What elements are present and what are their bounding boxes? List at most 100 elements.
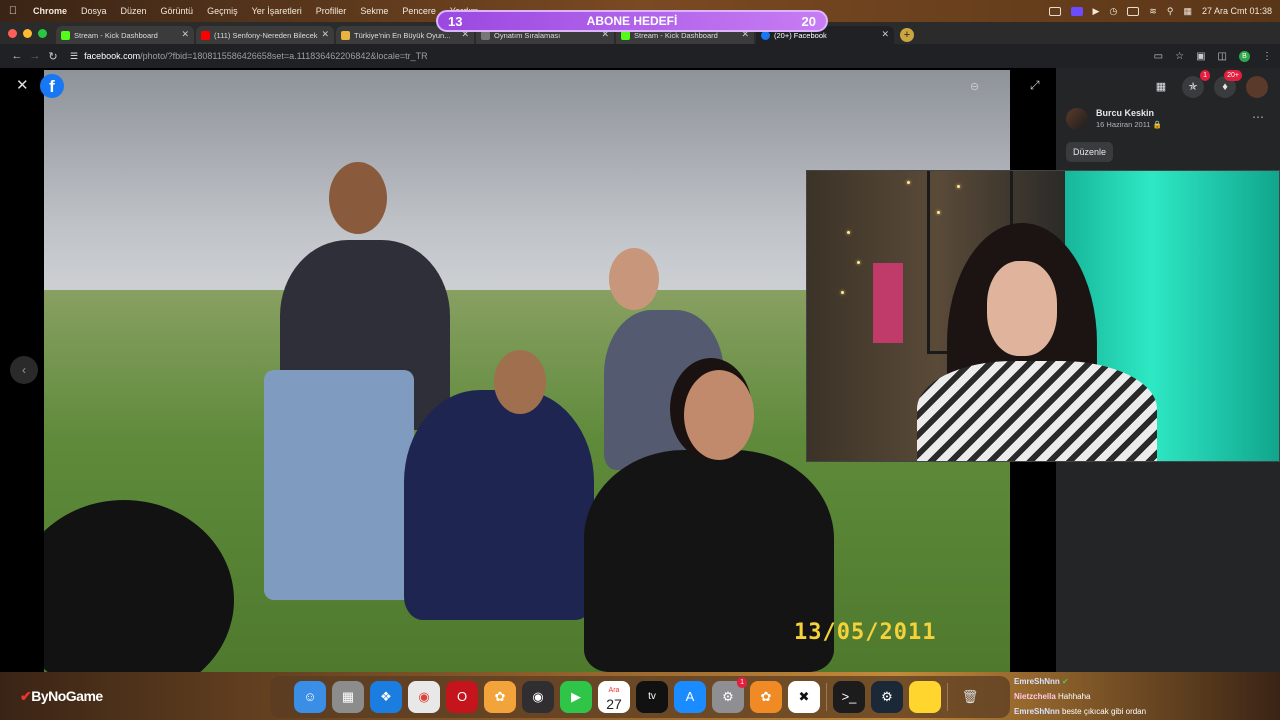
menu-item-dosya[interactable]: Dosya: [74, 6, 114, 16]
screen-record-icon[interactable]: [1070, 6, 1083, 16]
fl-studio-icon[interactable]: ✿: [750, 681, 782, 713]
chrome-icon[interactable]: ◉: [408, 681, 440, 713]
facetime-icon[interactable]: ▶: [560, 681, 592, 713]
appletv-icon[interactable]: tv: [636, 681, 668, 713]
safari-icon[interactable]: ❖: [370, 681, 402, 713]
capcut-icon[interactable]: ✖: [788, 681, 820, 713]
sidebar-icon[interactable]: ◫: [1218, 51, 1227, 62]
facebook-icon: [761, 31, 770, 40]
chat-message: EmreShNnn beste çıkıcak gibi ordan: [1014, 704, 1146, 719]
person-figure: [264, 370, 414, 600]
finder-icon[interactable]: ☺: [294, 681, 326, 713]
close-tab-icon[interactable]: ✕: [881, 29, 889, 40]
fairy-light: [857, 261, 860, 264]
maximize-window-icon[interactable]: [38, 29, 47, 38]
dock: ☺ ▦ ❖ ◉ O ✿ ◉ ▶ Ara 27 tv A ⚙ 1 ✿ ✖ >_ ⚙ 🗑: [270, 676, 1010, 718]
bookmark-star-icon[interactable]: ☆: [1175, 51, 1184, 62]
facebook-top-actions: ▦ ✯ 1 ♦ 20+: [1150, 70, 1268, 98]
search-icon[interactable]: ⚲: [1167, 6, 1174, 17]
menu-item-gecmis[interactable]: Geçmiş: [200, 6, 245, 16]
author-avatar[interactable]: [1066, 108, 1088, 130]
launchpad-icon[interactable]: ▦: [332, 681, 364, 713]
cast-icon[interactable]: ▭: [1154, 51, 1163, 62]
youtube-icon: [201, 31, 210, 40]
clock-text[interactable]: 27 Ara Cmt 01:38: [1202, 6, 1272, 16]
apple-icon[interactable]: : [0, 5, 26, 17]
close-tab-icon[interactable]: ✕: [321, 29, 329, 40]
webcam-person-face: [987, 261, 1057, 356]
chat-username: EmreShNnn: [1014, 677, 1060, 686]
edit-button[interactable]: Düzenle: [1066, 142, 1114, 162]
url-field[interactable]: ☰ facebook.com/photo/?fbid=1808115586426…: [70, 51, 1154, 62]
terminal-icon[interactable]: >_: [833, 681, 865, 713]
person-head: [684, 370, 754, 460]
status-icon[interactable]: [1048, 6, 1061, 16]
appletv-label: tv: [648, 691, 656, 702]
profile-avatar[interactable]: B: [1239, 50, 1250, 62]
tab-title: Stream - Kick Dashboard: [74, 30, 158, 40]
tab-title: Türkiye'nin En Büyük Oyun...: [354, 30, 451, 40]
author-name[interactable]: Burcu Keskin: [1096, 108, 1162, 118]
fairy-light: [907, 181, 910, 184]
appstore-icon[interactable]: A: [674, 681, 706, 713]
post-date[interactable]: 16 Haziran 2011: [1096, 120, 1150, 129]
menu-item-yer-isaretleri[interactable]: Yer İşaretleri: [245, 6, 309, 16]
calendar-icon[interactable]: Ara 27: [598, 681, 630, 713]
facebook-logo-icon[interactable]: f: [40, 74, 64, 98]
tab-kick-dashboard[interactable]: Stream - Kick Dashboard ✕: [56, 26, 194, 44]
reload-icon[interactable]: ↻: [44, 50, 62, 63]
close-viewer-icon[interactable]: ✕: [16, 76, 29, 94]
menu-grid-icon[interactable]: ▦: [1150, 76, 1172, 98]
menu-item-chrome[interactable]: Chrome: [26, 6, 74, 16]
chat-message: EmreShNnn ✔: [1014, 674, 1146, 689]
minimize-window-icon[interactable]: [23, 29, 32, 38]
person-figure: [404, 390, 594, 620]
menu-item-duzen[interactable]: Düzen: [114, 6, 154, 16]
play-icon[interactable]: ▶: [1093, 6, 1100, 17]
kick-icon: [61, 31, 70, 40]
menu-item-goruntu[interactable]: Görüntü: [154, 6, 201, 16]
new-tab-button[interactable]: +: [900, 28, 914, 42]
dock-separator: [947, 683, 948, 711]
photo-datestamp: 13/05/2011: [794, 620, 937, 645]
steam-icon[interactable]: ⚙: [871, 681, 903, 713]
obs-icon[interactable]: ◉: [522, 681, 554, 713]
opera-icon[interactable]: O: [446, 681, 478, 713]
close-window-icon[interactable]: [8, 29, 17, 38]
control-center-icon[interactable]: ▦: [1183, 6, 1192, 17]
fairy-light: [847, 231, 850, 234]
photos-icon[interactable]: ✿: [484, 681, 516, 713]
site-settings-icon[interactable]: ☰: [70, 51, 78, 62]
post-options-icon[interactable]: ⋯: [1252, 110, 1264, 124]
previous-photo-button[interactable]: ‹: [10, 356, 38, 384]
notifications-icon[interactable]: ♦ 20+: [1214, 70, 1242, 98]
zoom-out-icon[interactable]: ⊖: [970, 80, 979, 93]
subscriber-goal-label: ABONE HEDEFİ: [586, 14, 678, 28]
webcam-monitor: [873, 263, 903, 343]
url-host: facebook.com: [84, 51, 141, 61]
wifi-icon[interactable]: ≋: [1149, 6, 1157, 17]
kick-icon: [621, 31, 630, 40]
more-menu-icon[interactable]: ⋮: [1262, 51, 1272, 62]
notifications-badge: 20+: [1224, 70, 1242, 81]
back-icon[interactable]: ←: [8, 50, 26, 62]
menu-item-sekme[interactable]: Sekme: [353, 6, 395, 16]
menu-item-profiller[interactable]: Profiller: [309, 6, 354, 16]
account-avatar[interactable]: [1246, 76, 1268, 98]
webcam-person-body: [917, 361, 1157, 461]
dock-separator: [826, 683, 827, 711]
tab-youtube[interactable]: (111) Senfony-Nereden Bilecek ✕: [196, 26, 334, 44]
trash-icon[interactable]: 🗑: [954, 681, 986, 713]
clock-icon[interactable]: ◷: [1109, 6, 1117, 17]
subscriber-goal-bar: 13 ABONE HEDEFİ 20: [436, 10, 828, 32]
battery-icon[interactable]: [1127, 6, 1140, 16]
site-icon: [481, 31, 490, 40]
messenger-icon[interactable]: ✯ 1: [1182, 70, 1210, 98]
notes-icon[interactable]: [909, 681, 941, 713]
close-tab-icon[interactable]: ✕: [181, 29, 189, 40]
extensions-icon[interactable]: ▣: [1196, 51, 1205, 62]
forward-icon[interactable]: →: [26, 50, 44, 62]
settings-icon[interactable]: ⚙ 1: [712, 677, 747, 713]
fullscreen-icon[interactable]: ⤢: [1030, 78, 1040, 93]
menu-item-pencere[interactable]: Pencere: [395, 6, 443, 16]
